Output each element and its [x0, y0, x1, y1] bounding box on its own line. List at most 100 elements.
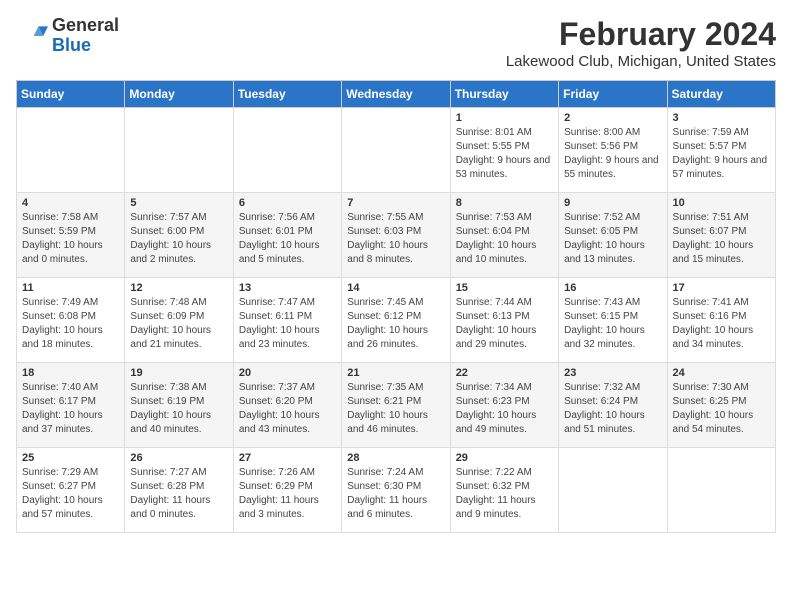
sunset-text: Sunset: 6:20 PM: [239, 395, 336, 409]
daylight-text: Daylight: 10 hours and 54 minutes.: [673, 409, 770, 437]
day-number: 12: [130, 282, 227, 294]
day-detail: Sunrise: 7:47 AMSunset: 6:11 PMDaylight:…: [239, 296, 336, 352]
sunrise-text: Sunrise: 7:35 AM: [347, 381, 444, 395]
sunrise-text: Sunrise: 7:27 AM: [130, 466, 227, 480]
day-detail: Sunrise: 8:01 AMSunset: 5:55 PMDaylight:…: [456, 126, 553, 182]
day-cell: 18 Sunrise: 7:40 AMSunset: 6:17 PMDayligh…: [17, 363, 125, 448]
header-cell-monday: Monday: [125, 81, 233, 108]
day-cell: 13 Sunrise: 7:47 AMSunset: 6:11 PMDayligh…: [233, 278, 341, 363]
day-cell: 25Sunrise: 7:29 AMSunset: 6:27 PMDayligh…: [17, 448, 125, 533]
day-detail: Sunrise: 8:00 AMSunset: 5:56 PMDaylight:…: [564, 126, 661, 182]
day-detail: Sunrise: 7:29 AMSunset: 6:27 PMDaylight:…: [22, 466, 119, 522]
sunset-text: Sunset: 6:00 PM: [130, 225, 227, 239]
day-number: 14: [347, 282, 444, 294]
header-cell-sunday: Sunday: [17, 81, 125, 108]
day-cell: 23 Sunrise: 7:32 AMSunset: 6:24 PMDayligh…: [559, 363, 667, 448]
header-cell-tuesday: Tuesday: [233, 81, 341, 108]
sunrise-text: Sunrise: 7:47 AM: [239, 296, 336, 310]
daylight-text: Daylight: 10 hours and 57 minutes.: [22, 494, 119, 522]
sunset-text: Sunset: 6:29 PM: [239, 480, 336, 494]
day-number: 28: [347, 452, 444, 464]
sunset-text: Sunset: 6:21 PM: [347, 395, 444, 409]
daylight-text: Daylight: 9 hours and 57 minutes.: [673, 154, 770, 182]
daylight-text: Daylight: 10 hours and 29 minutes.: [456, 324, 553, 352]
day-cell: 12 Sunrise: 7:48 AMSunset: 6:09 PMDayligh…: [125, 278, 233, 363]
header-cell-saturday: Saturday: [667, 81, 775, 108]
sunset-text: Sunset: 6:28 PM: [130, 480, 227, 494]
day-cell: 11 Sunrise: 7:49 AMSunset: 6:08 PMDayligh…: [17, 278, 125, 363]
day-number: 13: [239, 282, 336, 294]
day-number: 1: [456, 112, 553, 124]
logo-icon: [16, 20, 48, 52]
sunrise-text: Sunrise: 7:43 AM: [564, 296, 661, 310]
daylight-text: Daylight: 10 hours and 34 minutes.: [673, 324, 770, 352]
daylight-text: Daylight: 10 hours and 32 minutes.: [564, 324, 661, 352]
day-detail: Sunrise: 7:22 AMSunset: 6:32 PMDaylight:…: [456, 466, 553, 522]
daylight-text: Daylight: 9 hours and 55 minutes.: [564, 154, 661, 182]
day-cell: 6Sunrise: 7:56 AMSunset: 6:01 PMDaylight…: [233, 193, 341, 278]
daylight-text: Daylight: 10 hours and 49 minutes.: [456, 409, 553, 437]
day-number: 18: [22, 367, 119, 379]
sunrise-text: Sunrise: 7:55 AM: [347, 211, 444, 225]
day-detail: Sunrise: 7:32 AMSunset: 6:24 PMDaylight:…: [564, 381, 661, 437]
day-number: 22: [456, 367, 553, 379]
day-cell: 26Sunrise: 7:27 AMSunset: 6:28 PMDayligh…: [125, 448, 233, 533]
day-cell: 9Sunrise: 7:52 AMSunset: 6:05 PMDaylight…: [559, 193, 667, 278]
day-cell: 27Sunrise: 7:26 AMSunset: 6:29 PMDayligh…: [233, 448, 341, 533]
sunrise-text: Sunrise: 7:32 AM: [564, 381, 661, 395]
week-row: 1 Sunrise: 8:01 AMSunset: 5:55 PMDaylight…: [17, 108, 776, 193]
daylight-text: Daylight: 10 hours and 21 minutes.: [130, 324, 227, 352]
day-number: 27: [239, 452, 336, 464]
sunset-text: Sunset: 6:13 PM: [456, 310, 553, 324]
header-cell-friday: Friday: [559, 81, 667, 108]
day-detail: Sunrise: 7:58 AMSunset: 5:59 PMDaylight:…: [22, 211, 119, 267]
daylight-text: Daylight: 10 hours and 15 minutes.: [673, 239, 770, 267]
sunrise-text: Sunrise: 7:41 AM: [673, 296, 770, 310]
day-cell: 17Sunrise: 7:41 AMSunset: 6:16 PMDayligh…: [667, 278, 775, 363]
sunset-text: Sunset: 6:03 PM: [347, 225, 444, 239]
sunset-text: Sunset: 6:16 PM: [673, 310, 770, 324]
sunset-text: Sunset: 5:57 PM: [673, 140, 770, 154]
daylight-text: Daylight: 10 hours and 51 minutes.: [564, 409, 661, 437]
calendar-body: 1 Sunrise: 8:01 AMSunset: 5:55 PMDaylight…: [17, 108, 776, 533]
daylight-text: Daylight: 10 hours and 23 minutes.: [239, 324, 336, 352]
day-number: 10: [673, 197, 770, 209]
sunrise-text: Sunrise: 7:58 AM: [22, 211, 119, 225]
week-row: 25Sunrise: 7:29 AMSunset: 6:27 PMDayligh…: [17, 448, 776, 533]
daylight-text: Daylight: 11 hours and 9 minutes.: [456, 494, 553, 522]
daylight-text: Daylight: 10 hours and 8 minutes.: [347, 239, 444, 267]
day-detail: Sunrise: 7:40 AMSunset: 6:17 PMDaylight:…: [22, 381, 119, 437]
day-cell: 8Sunrise: 7:53 AMSunset: 6:04 PMDaylight…: [450, 193, 558, 278]
title-block: February 2024 Lakewood Club, Michigan, U…: [506, 16, 776, 70]
day-number: 29: [456, 452, 553, 464]
day-cell: 19Sunrise: 7:38 AMSunset: 6:19 PMDayligh…: [125, 363, 233, 448]
day-cell: 3Sunrise: 7:59 AMSunset: 5:57 PMDaylight…: [667, 108, 775, 193]
day-detail: Sunrise: 7:30 AMSunset: 6:25 PMDaylight:…: [673, 381, 770, 437]
sunrise-text: Sunrise: 7:34 AM: [456, 381, 553, 395]
day-number: 23: [564, 367, 661, 379]
day-number: 6: [239, 197, 336, 209]
day-cell: [125, 108, 233, 193]
day-cell: 7Sunrise: 7:55 AMSunset: 6:03 PMDaylight…: [342, 193, 450, 278]
day-detail: Sunrise: 7:52 AMSunset: 6:05 PMDaylight:…: [564, 211, 661, 267]
daylight-text: Daylight: 10 hours and 26 minutes.: [347, 324, 444, 352]
sunset-text: Sunset: 5:59 PM: [22, 225, 119, 239]
sunrise-text: Sunrise: 7:38 AM: [130, 381, 227, 395]
day-cell: 29 Sunrise: 7:22 AMSunset: 6:32 PMDayligh…: [450, 448, 558, 533]
day-detail: Sunrise: 7:59 AMSunset: 5:57 PMDaylight:…: [673, 126, 770, 182]
day-detail: Sunrise: 7:48 AMSunset: 6:09 PMDaylight:…: [130, 296, 227, 352]
day-number: 8: [456, 197, 553, 209]
day-detail: Sunrise: 7:41 AMSunset: 6:16 PMDaylight:…: [673, 296, 770, 352]
sunrise-text: Sunrise: 8:00 AM: [564, 126, 661, 140]
sunset-text: Sunset: 6:23 PM: [456, 395, 553, 409]
sunrise-text: Sunrise: 7:30 AM: [673, 381, 770, 395]
sunrise-text: Sunrise: 7:22 AM: [456, 466, 553, 480]
sunrise-text: Sunrise: 7:52 AM: [564, 211, 661, 225]
day-detail: Sunrise: 7:44 AMSunset: 6:13 PMDaylight:…: [456, 296, 553, 352]
day-number: 19: [130, 367, 227, 379]
sunset-text: Sunset: 6:32 PM: [456, 480, 553, 494]
day-number: 5: [130, 197, 227, 209]
day-number: 11: [22, 282, 119, 294]
day-cell: [559, 448, 667, 533]
day-detail: Sunrise: 7:49 AMSunset: 6:08 PMDaylight:…: [22, 296, 119, 352]
